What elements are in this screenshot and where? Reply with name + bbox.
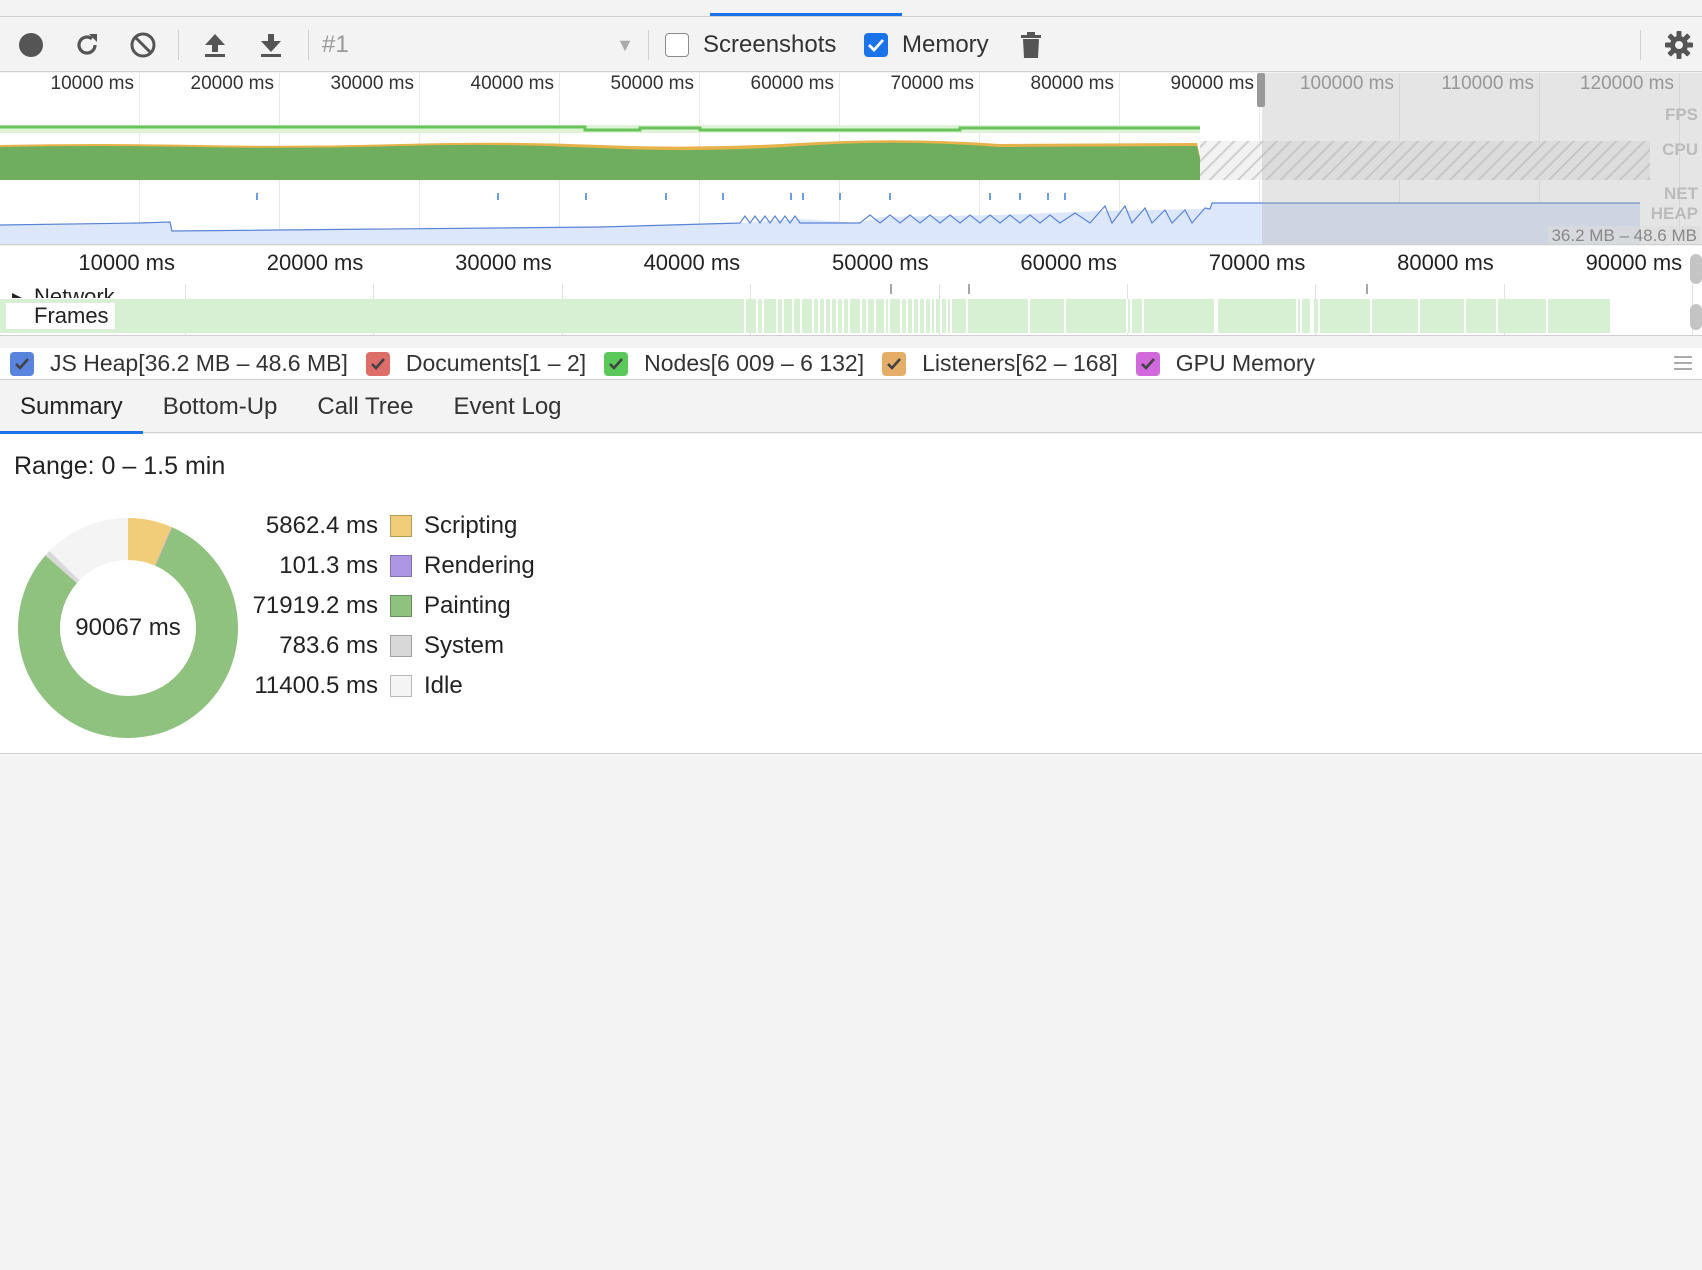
counter-checkbox[interactable] — [882, 351, 907, 376]
clear-button[interactable] — [126, 28, 160, 62]
chevron-down-icon: ▼ — [616, 34, 634, 55]
reload-and-record-button[interactable] — [70, 28, 104, 62]
capture-settings-button[interactable] — [1662, 28, 1696, 62]
counter-checkbox[interactable] — [10, 351, 34, 376]
clear-icon — [130, 32, 156, 58]
tab-call-tree[interactable]: Call Tree — [297, 381, 433, 433]
reload-icon — [77, 34, 97, 55]
network-track-label[interactable]: ▶ Network — [6, 284, 121, 298]
legend-swatch — [390, 595, 412, 617]
counter-label: JS Heap[36.2 MB – 48.6 MB] — [50, 350, 348, 376]
summary-panel: Range: 0 – 1.5 min 90067 ms 5862.4 ms Scr… — [0, 434, 1702, 754]
trash-icon — [1021, 32, 1041, 58]
timeline-flamechart[interactable]: 10000 ms 20000 ms 30000 ms 40000 ms 50000 ms… — [0, 246, 1702, 336]
legend-label: Scripting — [424, 512, 518, 539]
range-label: Range: 0 – 1.5 min — [14, 452, 226, 480]
checkmark-icon — [868, 39, 885, 53]
legend-row: 71919.2 ms Painting — [230, 586, 535, 626]
top-tab-strip — [0, 0, 1702, 17]
save-profile-button[interactable] — [254, 28, 288, 62]
timeline-overview[interactable]: 10000 ms 20000 ms 30000 ms 40000 ms 50000 ms… — [0, 73, 1702, 245]
network-track-markers — [890, 284, 1368, 294]
tab-event-log[interactable]: Event Log — [433, 381, 581, 433]
legend-value: 11400.5 ms — [254, 672, 378, 699]
record-icon — [19, 33, 43, 57]
legend-swatch — [390, 555, 412, 577]
toolbar-divider — [648, 30, 649, 60]
legend-label: Idle — [424, 672, 463, 699]
tab-bottom-up[interactable]: Bottom-Up — [143, 381, 298, 433]
counter-toggle[interactable]: Documents[1 – 2] — [365, 350, 587, 377]
legend-row: 5862.4 ms Scripting — [230, 506, 535, 546]
legend-value: 783.6 ms — [279, 632, 378, 659]
profile-selector[interactable]: #1 ▼ — [322, 28, 638, 62]
active-panel-indicator — [710, 13, 902, 16]
counter-checkbox[interactable] — [1135, 351, 1160, 376]
collect-garbage-button[interactable] — [1016, 28, 1046, 62]
record-button[interactable] — [14, 28, 48, 62]
heap-lane-label: HEAP — [1650, 204, 1698, 223]
screenshots-label: Screenshots — [703, 31, 837, 58]
counter-checkbox[interactable] — [365, 351, 390, 376]
chevron-right-icon[interactable]: ▶ — [12, 284, 23, 298]
upload-icon — [205, 34, 225, 57]
legend-swatch — [390, 515, 412, 537]
counter-toggle[interactable]: GPU Memory — [1135, 350, 1316, 377]
legend-row: 101.3 ms Rendering — [230, 546, 535, 586]
memory-label: Memory — [902, 31, 989, 58]
legend-swatch — [390, 675, 412, 697]
counter-label: GPU Memory — [1175, 350, 1316, 376]
toolbar-divider — [1640, 30, 1641, 60]
counter-label: Nodes[6 009 – 6 132] — [644, 350, 865, 376]
download-icon — [261, 34, 281, 57]
summary-legend: 5862.4 ms Scripting 101.3 ms Rendering 71919… — [230, 506, 535, 706]
screenshots-checkbox[interactable]: Screenshots — [665, 29, 836, 61]
legend-row: 11400.5 ms Idle — [230, 666, 535, 706]
legend-value: 71919.2 ms — [252, 592, 378, 619]
memory-checkbox[interactable]: Memory — [864, 29, 989, 61]
screenshots-checkbox-box[interactable] — [665, 33, 689, 57]
legend-swatch — [390, 635, 412, 657]
overview-selection-handle[interactable] — [1257, 73, 1265, 107]
counter-list: JS Heap[36.2 MB – 48.6 MB] Documents[1 – … — [0, 350, 1323, 377]
fps-lane-label: FPS — [1664, 105, 1698, 124]
cpu-lane-label: CPU — [1662, 140, 1698, 159]
frames-track-label: Frames — [6, 303, 115, 329]
profile-selector-value: #1 — [322, 31, 349, 58]
load-profile-button[interactable] — [198, 28, 232, 62]
overview-unselected-region — [1262, 73, 1702, 244]
heap-range-label: 36.2 MB – 48.6 MB — [1548, 226, 1700, 244]
net-lane-label: NET — [1664, 184, 1698, 203]
counter-checkbox[interactable] — [604, 351, 629, 376]
counter-label: Documents[1 – 2] — [405, 350, 587, 376]
details-tabs: Summary Bottom-Up Call Tree Event Log — [0, 381, 1702, 434]
timeline-scrollbar-bottom[interactable] — [1690, 304, 1702, 330]
memory-counters: JS Heap[36.2 MB – 48.6 MB] Documents[1 – … — [0, 348, 1702, 380]
timeline-scrollbar-top[interactable] — [1690, 254, 1702, 284]
counter-toggle[interactable]: JS Heap[36.2 MB – 48.6 MB] — [10, 350, 348, 377]
legend-label: Painting — [424, 592, 511, 619]
legend-label: Rendering — [424, 552, 535, 579]
performance-toolbar: #1 ▼ Screenshots Memory — [0, 18, 1702, 72]
legend-row: 783.6 ms System — [230, 626, 535, 666]
counter-label: Listeners[62 – 168] — [922, 350, 1118, 376]
network-track-label-text: Network — [34, 284, 115, 298]
legend-value: 101.3 ms — [279, 552, 378, 579]
counter-toggle[interactable]: Nodes[6 009 – 6 132] — [604, 350, 864, 377]
toolbar-divider — [178, 30, 179, 60]
donut-total: 90067 ms — [75, 614, 181, 641]
legend-label: System — [424, 632, 505, 659]
memory-checkbox-box[interactable] — [864, 33, 888, 57]
counter-toggle[interactable]: Listeners[62 – 168] — [882, 350, 1118, 377]
toolbar-divider — [308, 30, 309, 60]
gear-icon — [1665, 31, 1693, 59]
menu-icon[interactable] — [1674, 356, 1692, 370]
tab-summary[interactable]: Summary — [0, 381, 143, 434]
legend-value: 5862.4 ms — [265, 512, 378, 539]
